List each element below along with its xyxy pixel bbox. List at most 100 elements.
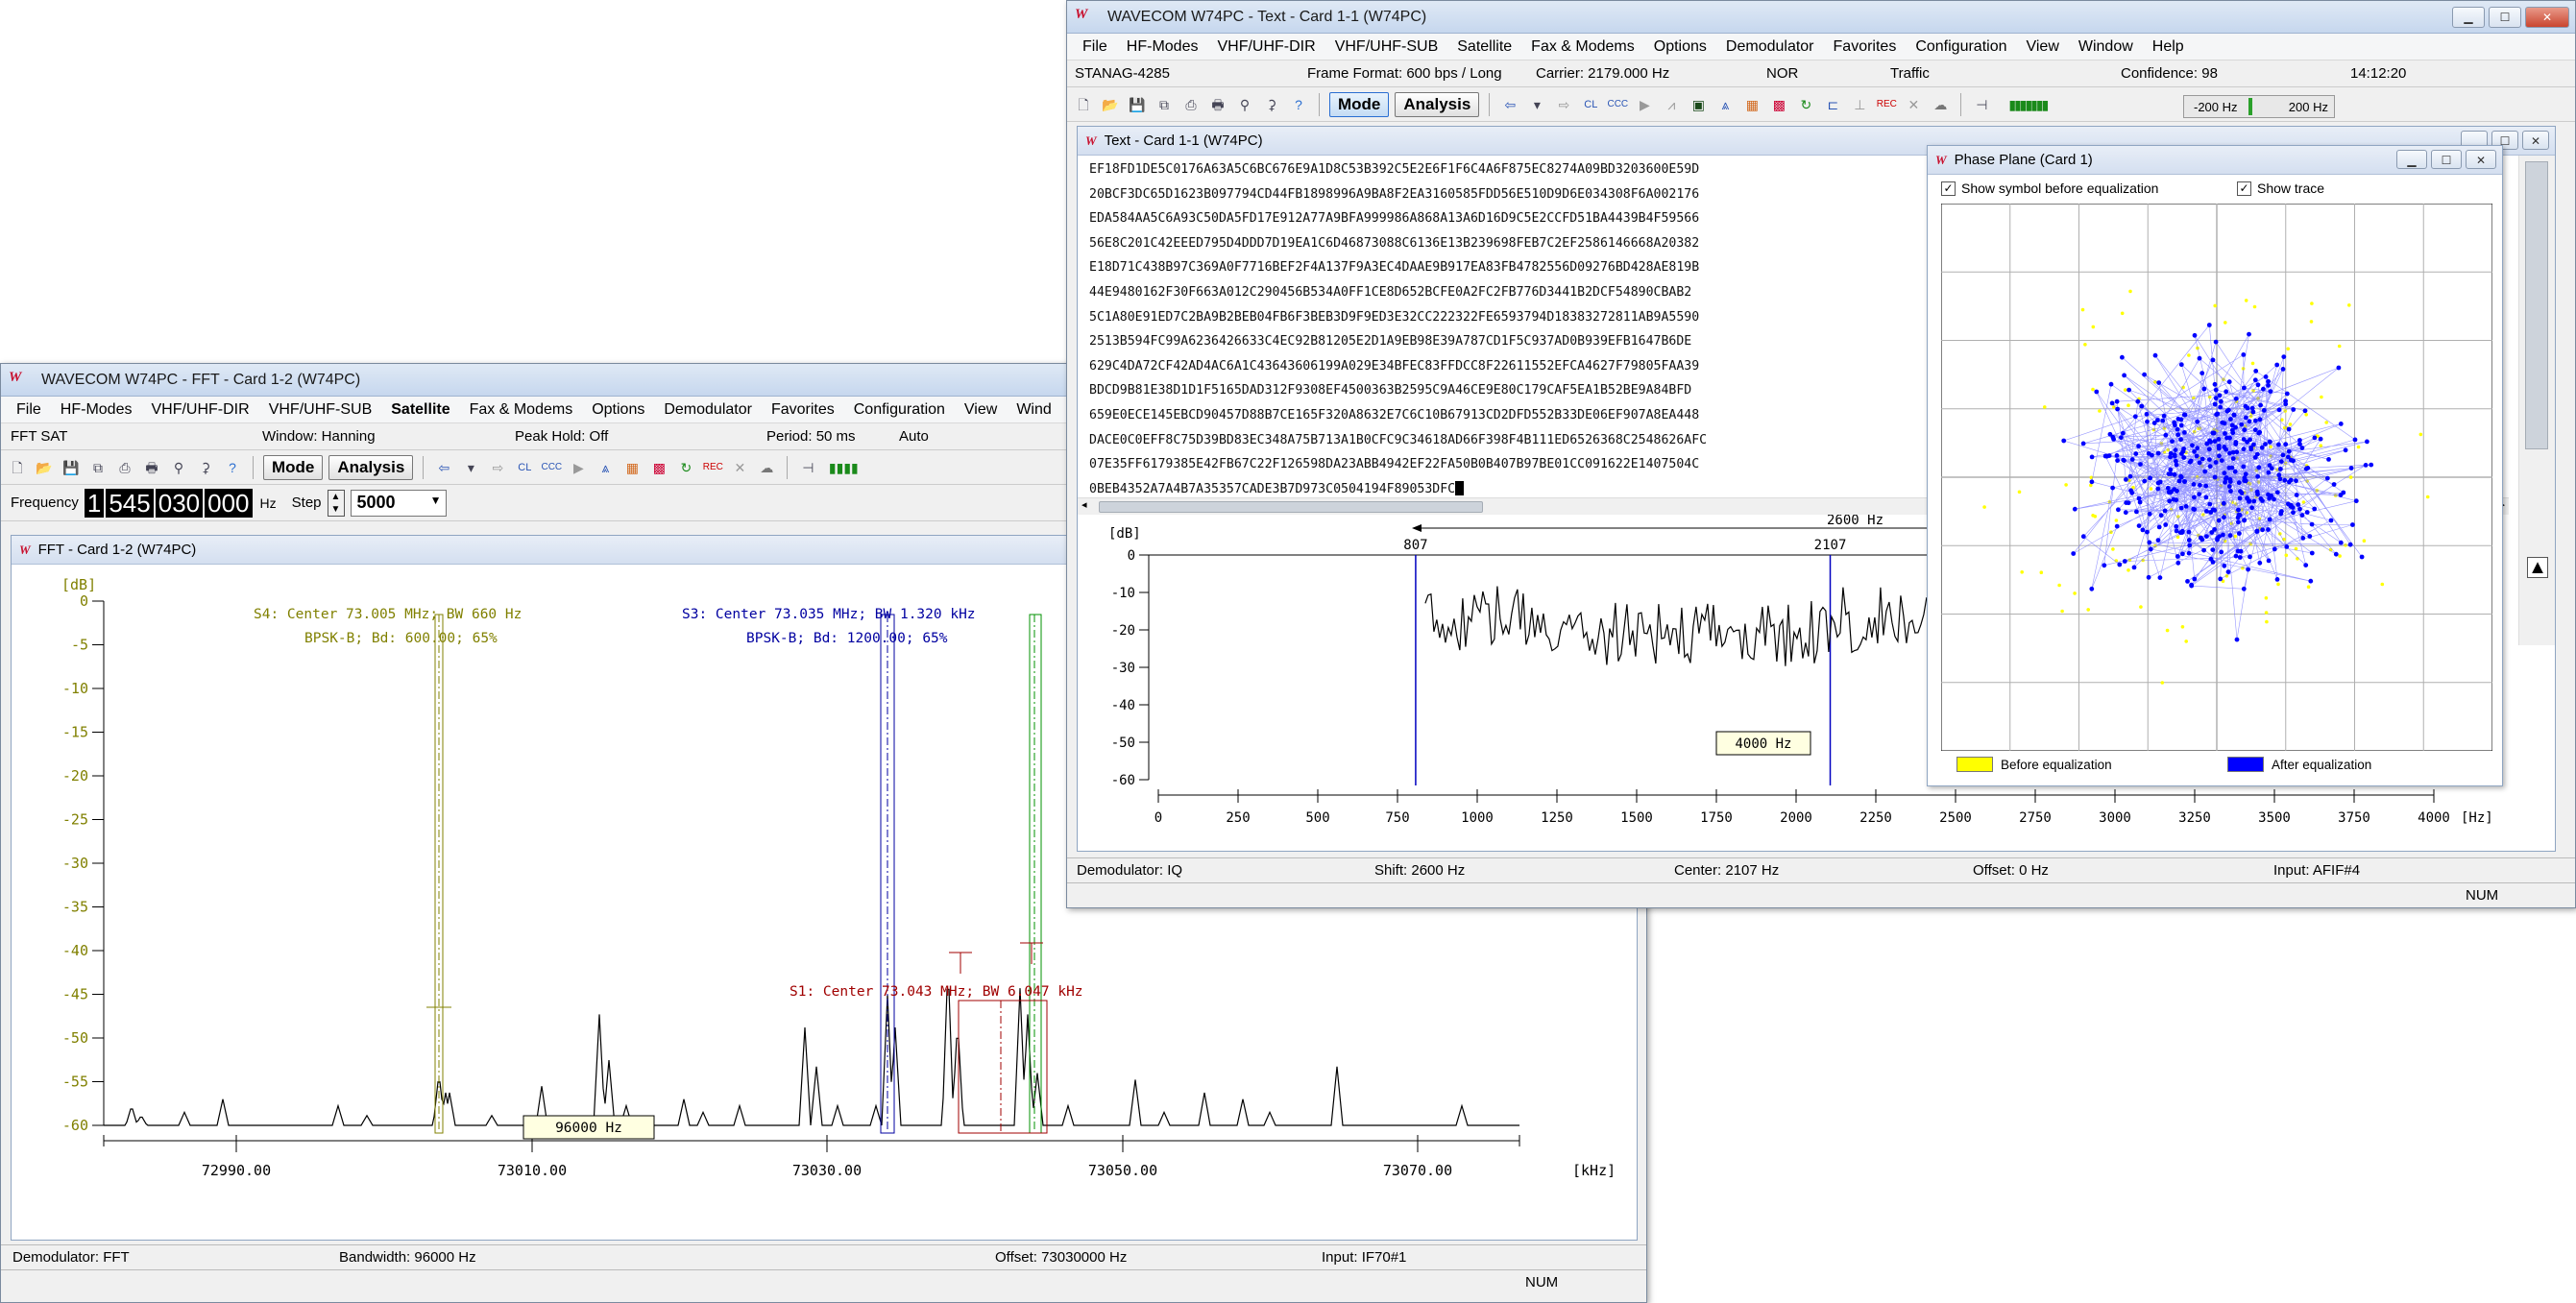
maximize-icon[interactable]: ☐: [2489, 7, 2521, 28]
menu-item-fax-modems[interactable]: Fax & Modems: [1521, 38, 1644, 56]
tuning-icon[interactable]: ⊣: [797, 457, 818, 478]
back-arrow-icon[interactable]: ⇦: [433, 457, 454, 478]
copy-icon[interactable]: ⧉: [87, 457, 109, 478]
sonagram-icon[interactable]: ▩: [1768, 94, 1789, 115]
menu-item-vhf-uhf-sub[interactable]: VHF/UHF-SUB: [1325, 38, 1448, 56]
mode-button[interactable]: Mode: [1329, 91, 1390, 117]
text-vertical-scrollbar[interactable]: ▲: [2518, 156, 2555, 645]
open-icon[interactable]: 📂: [34, 457, 55, 478]
scroll-up-icon[interactable]: ▲: [2527, 557, 2548, 578]
menu-item-view[interactable]: View: [2016, 38, 2068, 56]
menu-item-vhf-uhf-dir[interactable]: VHF/UHF-DIR: [141, 401, 258, 419]
menu-item-configuration[interactable]: Configuration: [844, 401, 955, 419]
new-icon[interactable]: 🗋: [7, 457, 28, 478]
record-icon[interactable]: REC: [702, 457, 723, 478]
forward-arrow-icon[interactable]: ⇨: [487, 457, 508, 478]
menu-item-hf-modes[interactable]: HF-Modes: [51, 401, 142, 419]
frequency-digit-group[interactable]: 1: [84, 488, 105, 518]
menu-item-options[interactable]: Options: [582, 401, 654, 419]
print-icon[interactable]: 🖶: [141, 457, 162, 478]
show-symbol-checkbox-row[interactable]: ✓ Show symbol before equalization: [1941, 181, 2158, 196]
menu-item-file[interactable]: File: [7, 401, 51, 419]
save-icon[interactable]: 💾: [61, 457, 82, 478]
find-next-icon[interactable]: ⚳: [1261, 94, 1282, 115]
menu-item-demodulator[interactable]: Demodulator: [1716, 38, 1824, 56]
monitor-icon[interactable]: ▣: [1688, 94, 1709, 115]
print-preview-icon[interactable]: ⎙: [1180, 94, 1202, 115]
frequency-digit-group[interactable]: 030: [155, 488, 204, 518]
frequency-digit-group[interactable]: 545: [106, 488, 154, 518]
cloud-icon[interactable]: ☁: [1930, 94, 1951, 115]
refresh-icon[interactable]: ↻: [675, 457, 696, 478]
print-preview-icon[interactable]: ⎙: [114, 457, 135, 478]
menu-item-window[interactable]: Window: [2069, 38, 2143, 56]
mute-icon[interactable]: ✕: [1903, 94, 1924, 115]
menu-item-configuration[interactable]: Configuration: [1906, 38, 2016, 56]
show-symbol-checkbox[interactable]: ✓: [1941, 181, 1956, 196]
clear-all-icon[interactable]: CCC: [541, 457, 562, 478]
close-icon[interactable]: ✕: [2525, 7, 2569, 28]
record-icon[interactable]: REC: [1876, 94, 1897, 115]
scroll-thumb[interactable]: [1099, 501, 1483, 513]
maximize-icon[interactable]: ☐: [2431, 150, 2462, 169]
menu-item-help[interactable]: Help: [2143, 38, 2194, 56]
analysis-button[interactable]: Analysis: [1395, 91, 1480, 117]
menu-item-file[interactable]: File: [1073, 38, 1117, 56]
tuning-icon[interactable]: ⊣: [1971, 94, 1992, 115]
copy-icon[interactable]: ⧉: [1154, 94, 1175, 115]
menu-item-satellite[interactable]: Satellite: [381, 401, 459, 419]
open-icon[interactable]: 📂: [1100, 94, 1121, 115]
mode-button[interactable]: Mode: [263, 454, 324, 480]
minimize-icon[interactable]: ▁: [2396, 150, 2427, 169]
find-icon[interactable]: ⚲: [1234, 94, 1255, 115]
dropdown-arrow-icon[interactable]: ▾: [1526, 94, 1547, 115]
clear-all-icon[interactable]: CCC: [1607, 94, 1628, 115]
new-icon[interactable]: 🗋: [1073, 94, 1094, 115]
close-icon[interactable]: ✕: [2466, 150, 2496, 169]
menu-item-wind[interactable]: Wind: [1007, 401, 1060, 419]
sonagram-icon[interactable]: ▩: [648, 457, 669, 478]
find-next-icon[interactable]: ⚳: [195, 457, 216, 478]
phase-plane-titlebar[interactable]: W Phase Plane (Card 1) ▁ ☐ ✕: [1928, 146, 2502, 175]
menu-item-demodulator[interactable]: Demodulator: [654, 401, 762, 419]
tool-icon[interactable]: ⊥: [1849, 94, 1870, 115]
scroll-thumb[interactable]: [2525, 161, 2548, 449]
mute-icon[interactable]: ✕: [729, 457, 750, 478]
decoded-text-area[interactable]: EF18FD1DE5C0176A63A5C6BC676E9A1D8C53B392…: [1089, 157, 1978, 503]
find-icon[interactable]: ⚲: [168, 457, 189, 478]
show-trace-checkbox-row[interactable]: ✓ Show trace: [2237, 181, 2324, 196]
frequency-display[interactable]: 1 545 030 000: [84, 488, 255, 518]
print-icon[interactable]: 🖶: [1207, 94, 1228, 115]
help-icon[interactable]: ?: [1288, 94, 1309, 115]
antenna-icon[interactable]: ⩘: [1661, 94, 1682, 115]
show-trace-checkbox[interactable]: ✓: [2237, 181, 2251, 196]
clear-icon[interactable]: CL: [1580, 94, 1601, 115]
forward-arrow-icon[interactable]: ⇨: [1553, 94, 1574, 115]
menu-item-vhf-uhf-sub[interactable]: VHF/UHF-SUB: [259, 401, 382, 419]
menu-item-satellite[interactable]: Satellite: [1447, 38, 1521, 56]
menu-item-options[interactable]: Options: [1644, 38, 1716, 56]
cloud-icon[interactable]: ☁: [756, 457, 777, 478]
step-spinner[interactable]: ▲ ▼: [327, 489, 345, 517]
save-icon[interactable]: 💾: [1127, 94, 1148, 115]
help-icon[interactable]: ?: [222, 457, 243, 478]
step-select[interactable]: 5000 ▼: [350, 489, 447, 517]
menu-item-favorites[interactable]: Favorites: [762, 401, 844, 419]
refresh-icon[interactable]: ↻: [1795, 94, 1816, 115]
scroll-left-icon[interactable]: ◂: [1081, 498, 1087, 511]
back-arrow-icon[interactable]: ⇦: [1499, 94, 1520, 115]
spectrum-icon[interactable]: ⩓: [595, 457, 616, 478]
frequency-digit-group[interactable]: 000: [205, 488, 253, 518]
waterfall-icon[interactable]: ▦: [621, 457, 643, 478]
waterfall-icon[interactable]: ▦: [1741, 94, 1762, 115]
analysis-button[interactable]: Analysis: [328, 454, 414, 480]
play-icon[interactable]: ▶: [568, 457, 589, 478]
menu-item-fax-modems[interactable]: Fax & Modems: [460, 401, 583, 419]
menu-item-vhf-uhf-dir[interactable]: VHF/UHF-DIR: [1207, 38, 1324, 56]
menu-item-view[interactable]: View: [955, 401, 1007, 419]
dropdown-arrow-icon[interactable]: ▾: [460, 457, 481, 478]
clear-icon[interactable]: CL: [514, 457, 535, 478]
spectrum-icon[interactable]: ⩓: [1714, 94, 1736, 115]
text-window-titlebar[interactable]: W WAVECOM W74PC - Text - Card 1-1 (W74PC…: [1067, 1, 2575, 34]
close-icon[interactable]: ✕: [2522, 131, 2549, 150]
